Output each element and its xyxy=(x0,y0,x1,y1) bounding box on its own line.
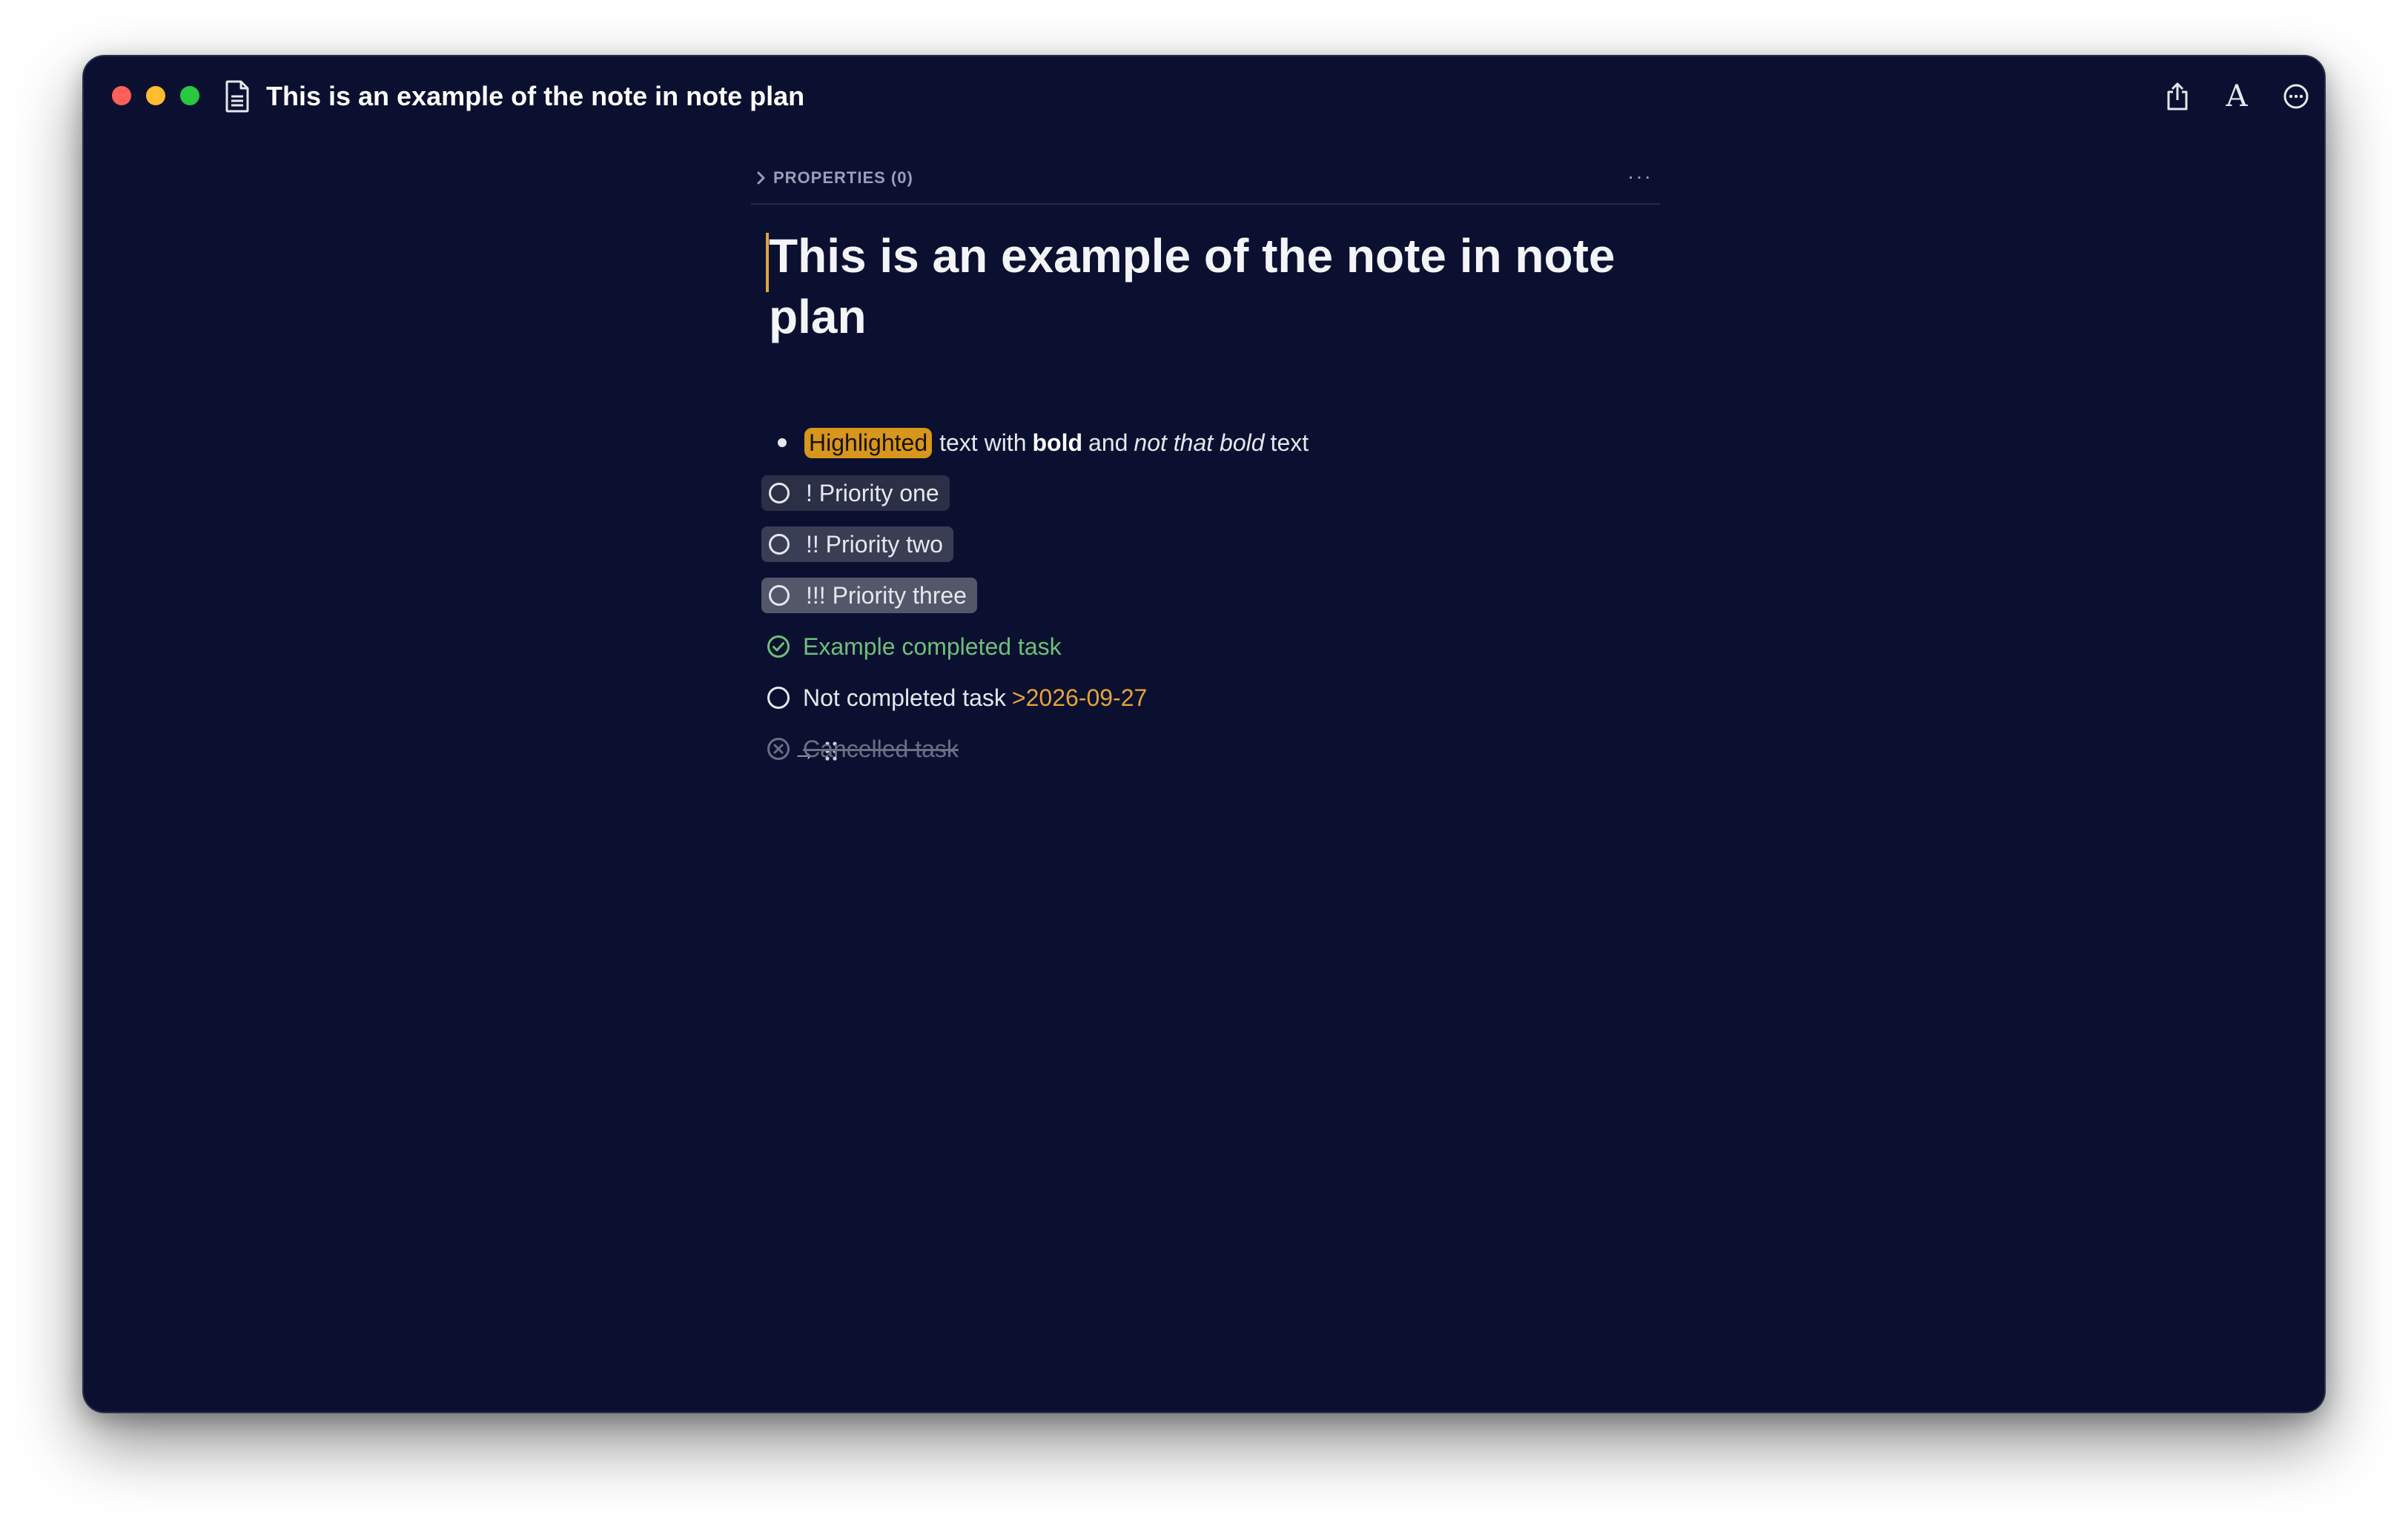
task-checkbox[interactable] xyxy=(769,585,790,606)
task-label: Not completed task xyxy=(803,684,1006,711)
bullet-text-part: and xyxy=(1088,429,1128,456)
italic-text: not that bold xyxy=(1134,429,1265,456)
title-bar: This is an example of the note in note p… xyxy=(84,56,2324,138)
task-item[interactable]: !! Priority two xyxy=(761,526,953,563)
bullet-text-part: text with xyxy=(939,429,1027,456)
task-item-completed[interactable]: Example completed task xyxy=(766,628,1062,665)
task-checkbox-cancelled[interactable] xyxy=(766,736,791,762)
properties-label: PROPERTIES (0) xyxy=(773,168,913,187)
cancel-circle-icon xyxy=(767,738,790,760)
close-window-button[interactable] xyxy=(112,86,131,105)
task-label: !! Priority two xyxy=(806,530,943,558)
check-circle-icon xyxy=(767,635,790,658)
app-window: This is an example of the note in note p… xyxy=(82,55,2326,1413)
task-checkbox[interactable] xyxy=(769,534,790,555)
share-icon xyxy=(2167,82,2188,110)
task-checkbox[interactable] xyxy=(766,685,791,710)
share-button[interactable] xyxy=(2160,79,2195,114)
task-item-cancelled[interactable]: Cancelled task xyxy=(766,730,959,767)
task-item[interactable]: ! Priority one xyxy=(761,475,950,512)
note-title[interactable]: This is an example of the note in note p… xyxy=(769,225,1629,347)
task-label: !!! Priority three xyxy=(806,581,967,609)
priority-highlight: ! Priority one xyxy=(761,475,950,511)
highlighted-text: Highlighted xyxy=(804,427,933,458)
bullet-dot xyxy=(778,438,787,447)
task-label: ! Priority one xyxy=(806,479,939,506)
priority-highlight: !!! Priority three xyxy=(761,578,977,613)
bullet-text-part: text xyxy=(1270,429,1309,456)
bullet-list-item[interactable]: Highlighted text with bold and not that … xyxy=(763,424,1309,461)
scheduled-date-link[interactable]: >2026-09-27 xyxy=(1012,684,1147,712)
task-label: Example completed task xyxy=(803,632,1062,660)
task-checkbox-completed[interactable] xyxy=(766,634,791,659)
properties-header[interactable]: PROPERTIES (0) ··· xyxy=(751,160,1660,205)
task-label: Cancelled task xyxy=(803,735,959,762)
document-icon xyxy=(225,80,249,113)
more-options-button[interactable] xyxy=(2278,79,2314,114)
minimize-window-button[interactable] xyxy=(146,86,165,105)
circle-icon xyxy=(767,687,790,709)
chevron-right-icon[interactable] xyxy=(754,169,769,187)
task-item[interactable]: !!! Priority three xyxy=(761,577,977,614)
task-item[interactable]: Not completed task >2026-09-27 xyxy=(766,679,1147,716)
task-checkbox[interactable] xyxy=(769,483,790,503)
bold-text: bold xyxy=(1032,429,1083,456)
font-settings-button[interactable]: A xyxy=(2219,79,2255,114)
priority-highlight: !! Priority two xyxy=(761,526,953,562)
window-title: This is an example of the note in note p… xyxy=(266,81,805,111)
more-options-icon xyxy=(2283,84,2309,109)
properties-more-button[interactable]: ··· xyxy=(1627,165,1653,188)
font-icon: A xyxy=(2226,79,2248,113)
zoom-window-button[interactable] xyxy=(180,86,199,105)
